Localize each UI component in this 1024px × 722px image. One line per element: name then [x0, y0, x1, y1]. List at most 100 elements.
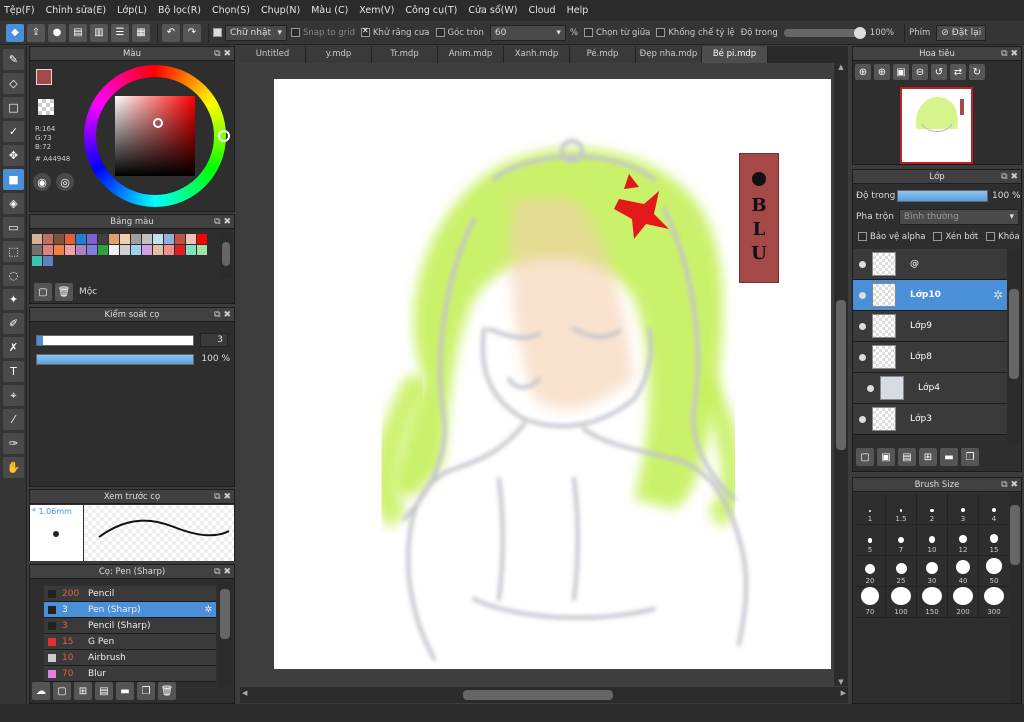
palette-swatch[interactable]: [164, 245, 174, 255]
brush-size-option[interactable]: 4: [979, 494, 1010, 525]
palette-swatch[interactable]: [54, 245, 64, 255]
brush-item[interactable]: 70 Blur: [44, 666, 216, 682]
transparent-swatch[interactable]: [38, 99, 54, 115]
gear-icon[interactable]: ✲: [204, 605, 212, 615]
palette-swatch[interactable]: [65, 245, 75, 255]
palette-swatch[interactable]: [142, 234, 152, 244]
menu-item[interactable]: Cửa sổ(W): [468, 5, 517, 16]
palette-swatch[interactable]: [65, 234, 75, 244]
panel-close-icon[interactable]: ⧉ ✖: [214, 47, 231, 61]
redo-icon[interactable]: ↷: [183, 23, 201, 42]
tab-document[interactable]: y.mdp: [306, 46, 372, 63]
palette-swatch[interactable]: [32, 256, 42, 266]
zoom-out-icon[interactable]: ⊖: [912, 64, 928, 80]
cloud-brush-icon[interactable]: ☁: [32, 682, 50, 700]
round-corner-checkbox[interactable]: Góc tròn: [435, 28, 484, 38]
brush-size-option[interactable]: 40: [948, 556, 979, 587]
tab-document[interactable]: Pé.mdp: [570, 46, 636, 63]
shape-tool-icon[interactable]: ■: [3, 169, 24, 190]
palette-icon[interactable]: ◉: [33, 173, 51, 191]
duplicate-icon[interactable]: ❐: [137, 682, 155, 700]
brush-size-option[interactable]: 1: [855, 494, 886, 525]
eyedropper-icon[interactable]: ⁄: [3, 409, 24, 430]
delete-brush-icon[interactable]: 🗑: [158, 682, 176, 700]
brush-size-option[interactable]: 30: [917, 556, 948, 587]
palette-swatch[interactable]: [98, 234, 108, 244]
message-icon[interactable]: ▤: [69, 23, 87, 42]
brush-size-option[interactable]: 70: [855, 587, 886, 618]
brush-size-option[interactable]: 25: [886, 556, 917, 587]
round-value-dropdown[interactable]: 60 ▾: [489, 24, 566, 41]
brush-size-option[interactable]: 200: [948, 587, 979, 618]
brush-size-option[interactable]: 1.5: [886, 494, 917, 525]
tab-document[interactable]: Anim.mdp: [438, 46, 504, 63]
layer-duplicate-icon[interactable]: ❐: [961, 448, 979, 466]
rotate-left-icon[interactable]: ↺: [931, 64, 947, 80]
brush-size-value[interactable]: 3: [200, 333, 228, 347]
hand-tool-icon[interactable]: ✋: [3, 457, 24, 478]
brush-size-option[interactable]: 20: [855, 556, 886, 587]
brush-opacity-slider[interactable]: [36, 354, 194, 365]
export-icon[interactable]: ⇪: [27, 23, 45, 42]
palette-swatch[interactable]: [175, 234, 185, 244]
brush-size-option[interactable]: 300: [979, 587, 1010, 618]
menu-item[interactable]: Xem(V): [359, 5, 394, 16]
panel-close-icon[interactable]: ⧉ ✖: [214, 565, 231, 579]
palette-swatch[interactable]: [120, 234, 130, 244]
menu-item[interactable]: Chọn(S): [212, 5, 250, 16]
palette-swatch[interactable]: [197, 234, 207, 244]
palette-swatch[interactable]: [43, 234, 53, 244]
palette-swatch[interactable]: [54, 234, 64, 244]
opacity-slider[interactable]: [783, 26, 866, 39]
canvas-vscroll[interactable]: ▲ ▼: [834, 63, 848, 686]
palette-swatch[interactable]: [131, 234, 141, 244]
brush-size-option[interactable]: 2: [917, 494, 948, 525]
palette-swatch[interactable]: [43, 256, 53, 266]
menu-item[interactable]: Cloud: [528, 5, 555, 16]
menu-item[interactable]: Màu (C): [311, 5, 348, 16]
tab-document[interactable]: Đẹp nha.mdp: [636, 46, 702, 63]
palette-swatch[interactable]: [197, 245, 207, 255]
brush-size-option[interactable]: 150: [917, 587, 948, 618]
blend-dropdown[interactable]: Bình thường ▾: [899, 209, 1019, 225]
new-layer-doc-icon[interactable]: ▤: [898, 448, 916, 466]
fit-window-icon[interactable]: ▣: [893, 64, 909, 80]
palette-swatch[interactable]: [131, 245, 141, 255]
palette-swatches[interactable]: [32, 234, 217, 267]
from-center-checkbox[interactable]: Chọn từ giữa: [583, 28, 650, 38]
main-color-swatch[interactable]: [36, 69, 52, 85]
panel-close-icon[interactable]: ⧉ ✖: [1001, 47, 1018, 61]
palette-swatch[interactable]: [175, 245, 185, 255]
brush-item[interactable]: 10 Airbrush: [44, 650, 216, 666]
layer-folder-icon[interactable]: ▬: [940, 448, 958, 466]
palette-swatch[interactable]: [43, 245, 53, 255]
document-icon[interactable]: ▥: [90, 23, 108, 42]
panel-close-icon[interactable]: ⧉ ✖: [1001, 170, 1018, 184]
palette-swatch[interactable]: [32, 234, 42, 244]
eye-icon[interactable]: [859, 291, 866, 299]
lock-checkbox[interactable]: Khóa: [986, 232, 1020, 242]
brush-tool-icon[interactable]: ✎: [3, 49, 24, 70]
brush-size-option[interactable]: 12: [948, 525, 979, 556]
select-pen-icon[interactable]: ✐: [3, 313, 24, 334]
flip-icon[interactable]: ⇄: [950, 64, 966, 80]
panel-close-icon[interactable]: ⧉ ✖: [214, 308, 231, 322]
rotate-right-icon[interactable]: ↻: [969, 64, 985, 80]
brush-item[interactable]: 3 Pencil (Sharp): [44, 618, 216, 634]
list-icon[interactable]: ☰: [111, 23, 129, 42]
text-tool-icon[interactable]: T: [3, 361, 24, 382]
palette-swatch[interactable]: [164, 234, 174, 244]
check-tool-icon[interactable]: ✓: [3, 121, 24, 142]
eye-icon[interactable]: [859, 322, 866, 330]
panel-close-icon[interactable]: ⧉ ✖: [214, 215, 231, 229]
layer-opacity-slider[interactable]: [897, 190, 988, 202]
eraser-tool-icon[interactable]: ◇: [3, 73, 24, 94]
menu-item[interactable]: Bộ lọc(R): [158, 5, 201, 16]
brush-size-scrollbar[interactable]: [1009, 493, 1021, 703]
gradient-tool-icon[interactable]: ▭: [3, 217, 24, 238]
brush-size-option[interactable]: 50: [979, 556, 1010, 587]
palette-settings-icon[interactable]: ◎: [56, 173, 74, 191]
new-palette-icon[interactable]: ▢: [34, 283, 52, 301]
drawing-canvas[interactable]: B L U: [274, 79, 831, 669]
zoom-fit-icon[interactable]: ⊕: [874, 64, 890, 80]
